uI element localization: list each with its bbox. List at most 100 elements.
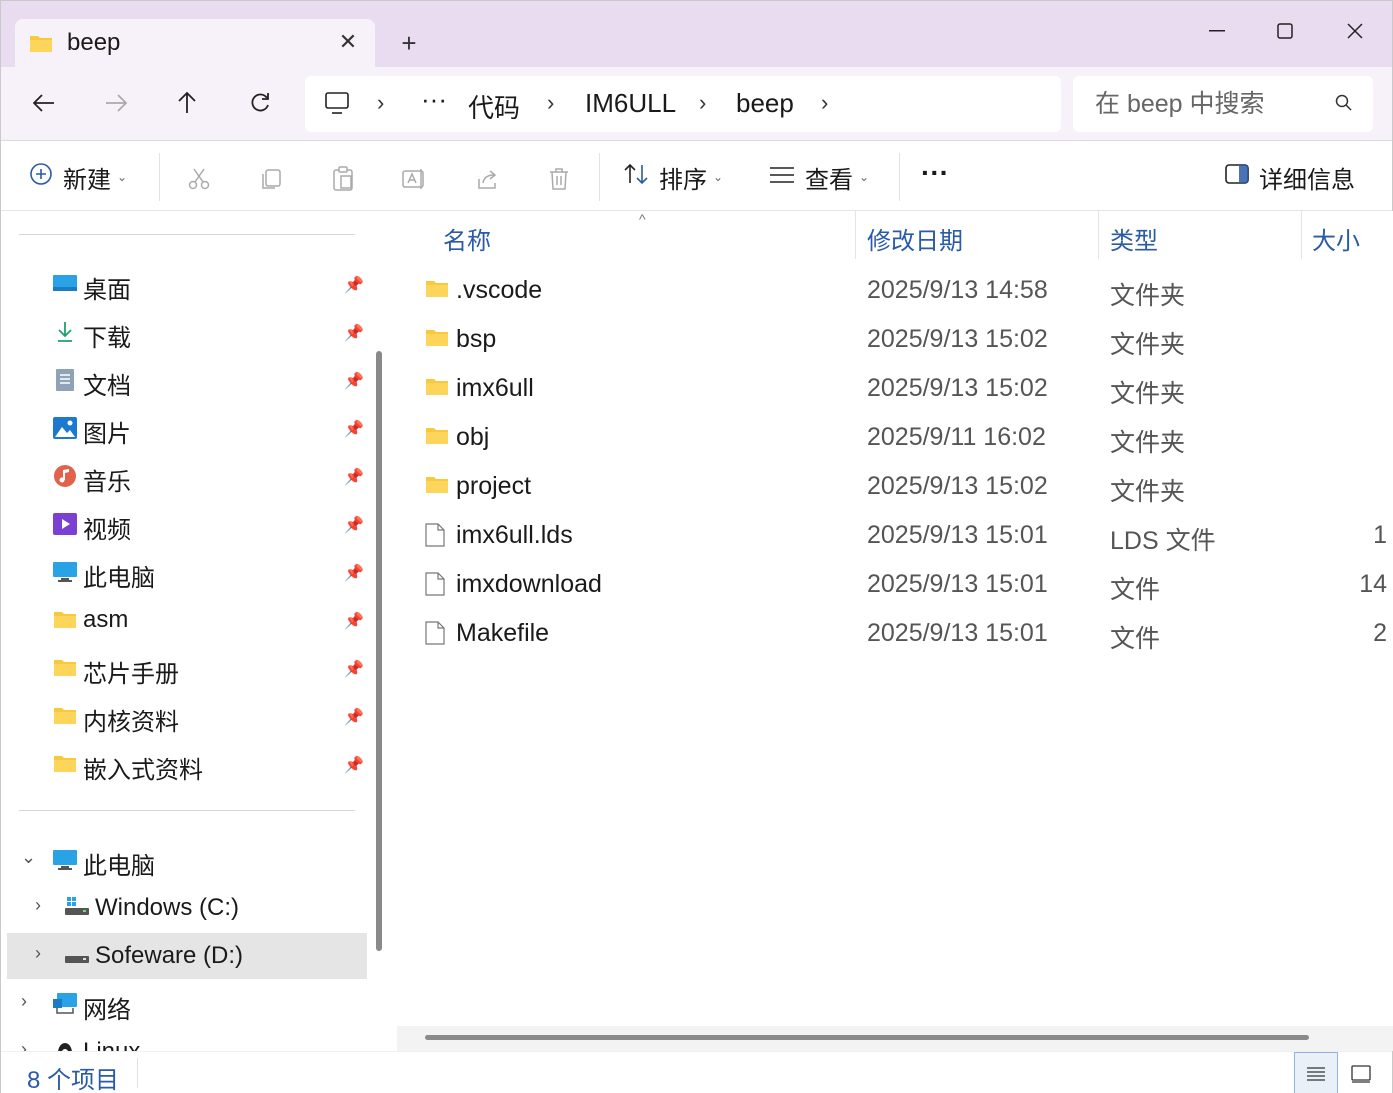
folder-icon (53, 657, 77, 679)
details-pane-button[interactable]: 详细信息 (1225, 157, 1355, 197)
sidebar-item-desktop[interactable]: 桌面 📌 (1, 261, 367, 307)
pin-icon[interactable]: 📌 (344, 371, 364, 391)
refresh-button[interactable] (238, 83, 282, 123)
breadcrumb-item[interactable]: 代码 (468, 88, 520, 125)
pin-icon[interactable]: 📌 (344, 323, 364, 343)
pin-icon[interactable]: 📌 (344, 467, 364, 487)
up-button[interactable] (165, 83, 209, 123)
new-tab-button[interactable]: + (389, 25, 429, 61)
new-button[interactable]: 新建 ⌄ (29, 157, 127, 197)
sidebar-scrollbar[interactable] (376, 351, 382, 951)
address-bar[interactable]: › ··· 代码 › IM6ULL › beep › (305, 76, 1061, 132)
details-view-button[interactable] (1294, 1052, 1338, 1093)
file-name: Makefile (456, 619, 550, 647)
sort-button[interactable]: 排序 ⌄ (623, 157, 723, 197)
add-circle-icon (29, 162, 53, 193)
computer-icon (53, 561, 77, 583)
paste-icon[interactable] (327, 163, 359, 195)
details-pane-icon (1225, 163, 1249, 191)
chevron-right-icon[interactable]: › (35, 943, 41, 964)
sidebar-item-pictures[interactable]: 图片 📌 (1, 405, 367, 451)
breadcrumb-overflow[interactable]: ··· (421, 84, 447, 115)
sidebar-tree-this-pc[interactable]: ⌄ 此电脑 (1, 837, 367, 883)
view-button[interactable]: 查看 ⌄ (769, 157, 869, 197)
breadcrumb-item[interactable]: beep (736, 88, 794, 119)
copy-icon[interactable] (255, 163, 287, 195)
column-header-size[interactable]: 大小 (1312, 221, 1360, 256)
file-row[interactable]: imx6ull 2025/9/13 15:02 文件夹 (417, 364, 1387, 412)
sidebar-item-documents[interactable]: 文档 📌 (1, 357, 367, 403)
sidebar-item-label: 芯片手册 (83, 661, 179, 688)
more-options-button[interactable]: ··· (921, 153, 949, 193)
column-divider[interactable] (855, 211, 856, 259)
chevron-right-icon[interactable]: › (35, 895, 41, 916)
sidebar-item-label: asm (83, 606, 129, 633)
minimize-button[interactable] (1187, 11, 1247, 51)
drive-icon (65, 945, 89, 967)
sidebar-item-chip-manual[interactable]: 芯片手册 📌 (1, 645, 367, 691)
sidebar-item-asm[interactable]: asm 📌 (1, 597, 367, 643)
pin-icon[interactable]: 📌 (344, 275, 364, 295)
folder-icon (425, 474, 449, 499)
chevron-right-icon[interactable]: › (21, 991, 27, 1012)
sidebar-item-this-pc[interactable]: 此电脑 📌 (1, 549, 367, 595)
folder-icon (425, 327, 449, 352)
file-row[interactable]: bsp 2025/9/13 15:02 文件夹 (417, 315, 1387, 363)
back-button[interactable] (22, 83, 66, 123)
sidebar-tree-network[interactable]: › 网络 (1, 981, 367, 1027)
sidebar-tree-drive-d[interactable]: › Sofeware (D:) (7, 933, 367, 979)
column-divider[interactable] (1098, 211, 1099, 259)
breadcrumb-item[interactable]: IM6ULL (585, 88, 676, 119)
close-window-button[interactable] (1325, 11, 1385, 51)
file-row[interactable]: imxdownload 2025/9/13 15:01 文件 14 (417, 560, 1387, 608)
file-row[interactable]: .vscode 2025/9/13 14:58 文件夹 (417, 266, 1387, 314)
rename-icon[interactable] (399, 163, 431, 195)
column-header-name[interactable]: 名称 (443, 221, 491, 256)
file-type: LDS 文件 (1110, 527, 1216, 555)
horizontal-scrollbar[interactable] (425, 1035, 1309, 1040)
file-type: 文件夹 (1110, 380, 1186, 408)
column-header-type[interactable]: 类型 (1110, 221, 1158, 256)
chevron-down-icon[interactable]: ⌄ (21, 847, 36, 868)
column-divider[interactable] (1301, 211, 1302, 259)
search-input[interactable] (1095, 86, 1335, 122)
sidebar-item-downloads[interactable]: 下载 📌 (1, 309, 367, 355)
cut-icon[interactable] (183, 163, 215, 195)
sidebar-item-kernel-docs[interactable]: 内核资料 📌 (1, 693, 367, 739)
sidebar-item-label: 音乐 (83, 469, 131, 496)
sidebar-tree-drive-c[interactable]: › Windows (C:) (1, 885, 367, 931)
item-count: 8 个项目 (27, 1067, 120, 1093)
column-header-date[interactable]: 修改日期 (867, 221, 963, 256)
pin-icon[interactable]: 📌 (344, 419, 364, 439)
sidebar-item-music[interactable]: 音乐 📌 (1, 453, 367, 499)
tab-beep[interactable]: beep ✕ (15, 19, 375, 67)
maximize-button[interactable] (1255, 11, 1315, 51)
sidebar-item-embedded-docs[interactable]: 嵌入式资料 📌 (1, 741, 367, 787)
pin-icon[interactable]: 📌 (344, 659, 364, 679)
navigation-bar: › ··· 代码 › IM6ULL › beep › (1, 67, 1392, 141)
file-row[interactable]: obj 2025/9/11 16:02 文件夹 (417, 413, 1387, 461)
delete-icon[interactable] (543, 163, 575, 195)
pin-icon[interactable]: 📌 (344, 563, 364, 583)
pin-icon[interactable]: 📌 (344, 707, 364, 727)
share-icon[interactable] (471, 163, 503, 195)
folder-icon (53, 609, 77, 631)
forward-button[interactable] (94, 83, 138, 123)
sidebar-item-label: 此电脑 (83, 853, 155, 880)
search-icon[interactable] (1335, 94, 1353, 117)
file-row[interactable]: imx6ull.lds 2025/9/13 15:01 LDS 文件 1 (417, 511, 1387, 559)
pin-icon[interactable]: 📌 (344, 515, 364, 535)
file-icon (425, 621, 445, 650)
chevron-right-icon[interactable]: › (21, 1039, 27, 1051)
pin-icon[interactable]: 📌 (344, 611, 364, 631)
sidebar-tree-linux[interactable]: › Linux (1, 1029, 367, 1051)
search-box[interactable] (1073, 76, 1373, 132)
sidebar-item-videos[interactable]: 视频 📌 (1, 501, 367, 547)
status-bar: 8 个项目 (1, 1051, 1392, 1093)
tiles-view-button[interactable] (1339, 1052, 1383, 1093)
close-tab-icon[interactable]: ✕ (331, 27, 365, 57)
file-row[interactable]: project 2025/9/13 15:02 文件夹 (417, 462, 1387, 510)
file-explorer-window: beep ✕ + › ··· 代码 › IM6ULL › beep › 在 be… (0, 0, 1393, 1093)
file-row[interactable]: Makefile 2025/9/13 15:01 文件 2 (417, 609, 1387, 657)
pin-icon[interactable]: 📌 (344, 755, 364, 775)
